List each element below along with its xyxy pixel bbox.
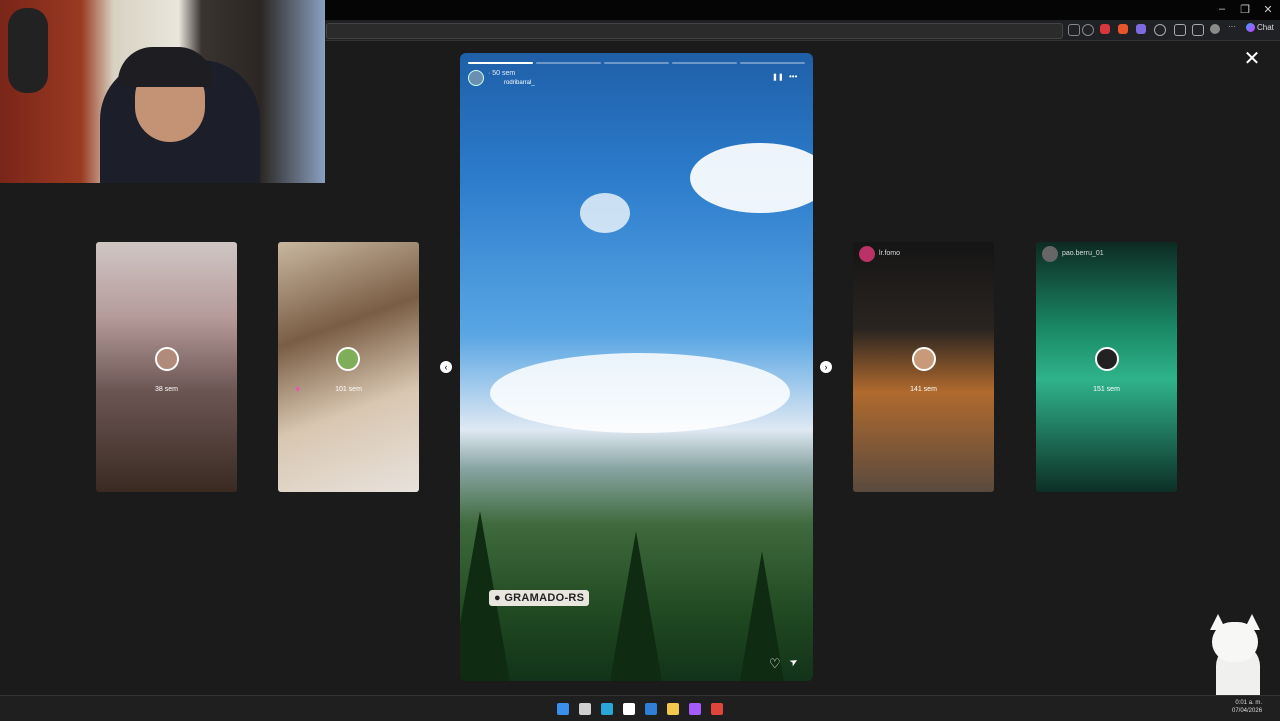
- edge-icon[interactable]: [601, 703, 613, 715]
- thumbnail-avatar: [154, 347, 179, 371]
- like-heart-icon[interactable]: ♡: [769, 656, 781, 672]
- story-progress-segment: [536, 62, 601, 64]
- location-pin-icon: ●: [494, 592, 501, 604]
- cloud: [690, 143, 813, 213]
- story-user-avatar[interactable]: [468, 70, 484, 86]
- minimize-icon[interactable]: –: [1212, 3, 1232, 15]
- previous-story-button[interactable]: ‹: [440, 361, 452, 373]
- app-available-icon[interactable]: [1068, 24, 1080, 36]
- next-story-button[interactable]: ›: [820, 361, 832, 373]
- extension-icon[interactable]: [1118, 24, 1128, 34]
- story-progress-segment: [740, 62, 805, 64]
- thumbnail-time-ago: 141 sem: [910, 386, 937, 393]
- favorite-star-icon[interactable]: [1082, 24, 1094, 36]
- messenger-icon[interactable]: [689, 703, 701, 715]
- windows-taskbar: 0:01 a. m. 07/04/2026: [0, 695, 1280, 721]
- thumbnail-avatar: [336, 347, 360, 371]
- thumbnail-avatar: [911, 347, 936, 371]
- thumbnail-time-ago: 101 sem: [335, 386, 362, 393]
- thumbnail-username: pao.berru_01: [1062, 250, 1104, 257]
- cloud: [490, 353, 790, 433]
- pause-icon[interactable]: ❚❚: [772, 73, 784, 81]
- story-thumbnail[interactable]: 38 sem: [96, 242, 237, 492]
- active-story[interactable]: · 50 sem rodribarral_ ❚❚ ••• ● GRAMADO-R…: [460, 53, 813, 681]
- location-sticker[interactable]: ● GRAMADO-RS: [489, 590, 590, 606]
- story-time-ago: · 50 sem: [488, 70, 516, 77]
- story-thumbnail[interactable]: lr.fomo 141 sem: [853, 242, 994, 492]
- extension-icon[interactable]: [1100, 24, 1110, 34]
- chat-label: Chat: [1257, 23, 1274, 32]
- clock-time: 0:01 a. m.: [1235, 700, 1263, 706]
- story-thumbnail[interactable]: pao.berru_01 151 sem: [1036, 242, 1177, 492]
- task-view-icon[interactable]: [579, 703, 591, 715]
- thumbnail-time-ago: 38 sem: [155, 386, 178, 393]
- location-label: GRAMADO-RS: [504, 592, 585, 604]
- thumbnail-username: lr.fomo: [879, 250, 901, 257]
- thumbnail-avatar: [1094, 347, 1119, 371]
- media-app-icon[interactable]: [711, 703, 723, 715]
- thumbnail-user-avatar: [859, 246, 875, 262]
- extension-icon[interactable]: [1136, 24, 1146, 34]
- streamer-cap: [118, 47, 213, 87]
- story-progress-segment: [468, 62, 533, 64]
- clock-date: 07/04/2026: [1232, 708, 1263, 714]
- mail-icon[interactable]: [645, 703, 657, 715]
- refresh-extension-icon[interactable]: [1154, 24, 1166, 36]
- profile-avatar-icon[interactable]: [1210, 24, 1220, 34]
- story-progress-segment: [604, 62, 669, 64]
- store-icon[interactable]: [623, 703, 635, 715]
- share-send-icon[interactable]: ➤: [788, 656, 801, 670]
- restore-icon[interactable]: ❐: [1235, 3, 1255, 16]
- cat-head: [1212, 622, 1258, 662]
- pine-tree: [610, 531, 662, 681]
- story-progress-segment: [672, 62, 737, 64]
- system-clock[interactable]: 0:01 a. m. 07/04/2026: [1232, 699, 1262, 715]
- extensions-puzzle-icon[interactable]: [1192, 24, 1204, 36]
- extension-icon[interactable]: [1174, 24, 1186, 36]
- file-explorer-icon[interactable]: [667, 703, 679, 715]
- windows-start-icon[interactable]: [557, 703, 569, 715]
- microphone: [8, 8, 48, 93]
- story-username[interactable]: rodribarral_: [504, 80, 535, 86]
- webcam-overlay: [0, 0, 325, 183]
- copilot-icon: [1246, 23, 1255, 32]
- address-bar[interactable]: [326, 23, 1063, 39]
- thumbnail-user-avatar: [1042, 246, 1058, 262]
- cloud: [580, 193, 630, 233]
- viewer-close-icon[interactable]: ✕: [1243, 49, 1261, 69]
- copilot-chat-button[interactable]: Chat: [1246, 23, 1274, 32]
- close-icon[interactable]: ✕: [1258, 3, 1278, 16]
- browser-menu-icon[interactable]: ···: [1228, 23, 1238, 34]
- more-options-icon[interactable]: •••: [789, 72, 797, 81]
- story-thumbnail[interactable]: ♥ 101 sem: [278, 242, 419, 492]
- thumbnail-time-ago: 151 sem: [1093, 386, 1120, 393]
